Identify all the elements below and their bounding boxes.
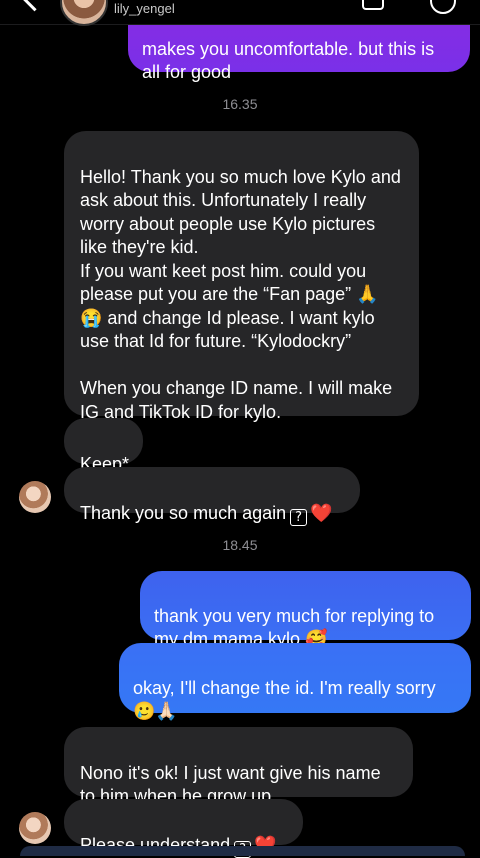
message-text: Thank you so much again: [80, 502, 287, 523]
message-received[interactable]: Thank you so much again? ❤️: [64, 467, 360, 526]
unknown-emoji-icon: ?: [290, 508, 308, 526]
heart-icon: ❤️: [310, 502, 333, 524]
back-icon[interactable]: [19, 0, 50, 12]
message-sent[interactable]: okay, I'll change the id. I'm really sor…: [119, 643, 471, 721]
message-received[interactable]: Please understand?❤️: [64, 799, 303, 858]
header-username[interactable]: lily_yengel: [114, 1, 175, 16]
message-sent[interactable]: thank you very much for replying to my d…: [140, 571, 471, 649]
header-avatar[interactable]: [60, 0, 108, 26]
info-icon[interactable]: [430, 0, 456, 14]
timestamp: 16.35: [222, 96, 258, 112]
chat-header: lily_yengel: [0, 0, 480, 26]
message-text: Hello! Thank you so much love Kylo and a…: [80, 166, 401, 422]
message-received[interactable]: Hello! Thank you so much love Kylo and a…: [64, 131, 419, 422]
sender-avatar[interactable]: [19, 481, 51, 513]
timestamp: 18.45: [222, 537, 258, 553]
message-received[interactable]: Nono it's ok! I just want give his name …: [64, 727, 413, 806]
message-text: okay, I'll change the id. I'm really sor…: [133, 677, 436, 722]
next-message-edge: [20, 846, 465, 856]
video-call-icon[interactable]: [362, 0, 384, 10]
sender-avatar[interactable]: [19, 812, 51, 844]
message-text: makes you uncomfortable. but this is all…: [142, 38, 435, 83]
message-received[interactable]: Keep*: [64, 418, 143, 474]
